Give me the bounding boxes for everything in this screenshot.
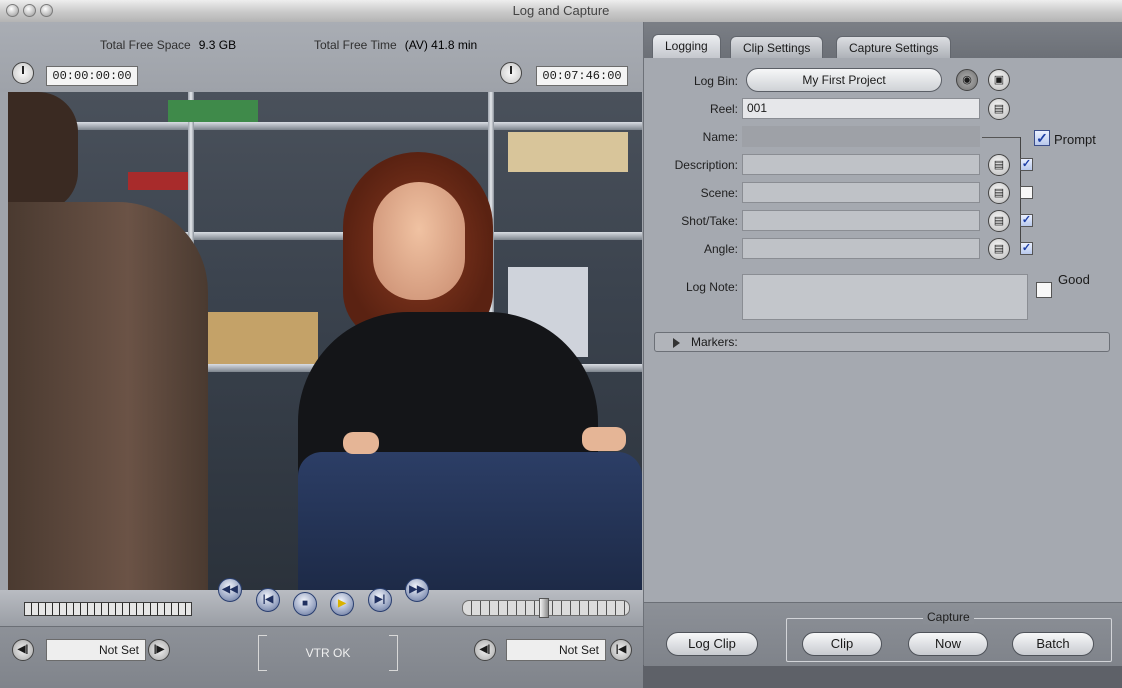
free-time-stat: Total Free Time (AV) 41.8 min (314, 38, 477, 52)
free-space-stat: Total Free Space 9.3 GB (100, 38, 236, 52)
free-space-value: 9.3 GB (198, 38, 237, 52)
tab-bar: Logging Clip Settings Capture Settings (644, 22, 1122, 59)
video-shelf (8, 122, 642, 130)
capture-now-button[interactable]: Now (908, 632, 988, 656)
free-time-label: Total Free Time (314, 38, 397, 52)
play-button[interactable]: ▶ (330, 592, 354, 616)
scene-slate-button[interactable]: ▤ (988, 182, 1010, 204)
markers-label: Markers: (691, 335, 738, 349)
capture-clip-button[interactable]: Clip (802, 632, 882, 656)
reel-label: Reel: (709, 102, 738, 116)
jog-control[interactable] (462, 598, 630, 618)
prompt-checkbox[interactable]: ✓ (1034, 130, 1050, 146)
video-box (198, 312, 318, 364)
tab-logging[interactable]: Logging (652, 34, 721, 59)
reel-slate-button[interactable]: ▤ (988, 98, 1010, 120)
scene-include-checkbox[interactable] (1020, 186, 1033, 199)
title-bar: Log and Capture (0, 0, 1122, 23)
stop-button[interactable]: ■ (293, 592, 317, 616)
shot-take-field[interactable] (742, 210, 980, 231)
viewer-header: Total Free Space 9.3 GB Total Free Time (A… (0, 22, 643, 92)
logging-pane: Logging Clip Settings Capture Settings L… (643, 22, 1122, 666)
video-hand (343, 432, 379, 454)
description-slate-button[interactable]: ▤ (988, 154, 1010, 176)
video-woman-face (373, 182, 465, 300)
tab-clip-settings[interactable]: Clip Settings (730, 36, 824, 58)
new-bin-button[interactable]: ▣ (988, 69, 1010, 91)
description-include-checkbox[interactable]: ✓ (1020, 158, 1033, 171)
logging-panel: Log Bin: My First Project ◉ ▣ Reel: 001 … (644, 58, 1122, 601)
description-label: Description: (674, 158, 738, 172)
mark-out-button[interactable]: ◀| (474, 639, 496, 661)
prompt-connector (982, 137, 1020, 138)
angle-include-checkbox[interactable]: ✓ (1020, 242, 1033, 255)
in-point-field[interactable]: Not Set (46, 639, 146, 661)
rewind-button[interactable]: ◀◀ (218, 578, 242, 602)
next-frame-button[interactable]: ▶| (368, 588, 392, 612)
prompt-label: Prompt (1054, 132, 1096, 147)
video-bag (298, 452, 642, 590)
duration-clock-icon (500, 62, 522, 84)
duration-timecode-field[interactable]: 00:07:46:00 (536, 66, 628, 86)
shot-take-slate-button[interactable]: ▤ (988, 210, 1010, 232)
mark-in-button[interactable]: |▶ (148, 639, 170, 661)
free-time-value: (AV) 41.8 min (404, 38, 478, 52)
go-to-out-point-button[interactable]: |◀ (610, 639, 632, 661)
video-man-hoodie (8, 202, 208, 590)
fast-forward-button[interactable]: ▶▶ (405, 578, 429, 602)
capture-batch-button[interactable]: Batch (1012, 632, 1094, 656)
vtr-status-text: VTR OK (305, 646, 351, 660)
video-box (128, 172, 188, 190)
good-checkbox[interactable] (1036, 282, 1052, 298)
video-preview (8, 92, 642, 590)
name-label: Name: (702, 130, 738, 144)
disclosure-triangle-icon[interactable] (673, 338, 680, 348)
window-title: Log and Capture (512, 3, 610, 18)
scene-label: Scene: (700, 186, 738, 200)
log-note-label: Log Note: (685, 280, 738, 294)
jog-knob[interactable] (539, 598, 549, 618)
log-note-field[interactable] (742, 274, 1028, 320)
vtr-status: VTR OK (258, 635, 398, 671)
angle-slate-button[interactable]: ▤ (988, 238, 1010, 260)
shot-take-label: Shot/Take: (681, 214, 738, 228)
current-timecode-field[interactable]: 00:00:00:00 (46, 66, 138, 86)
video-hand (582, 427, 626, 451)
good-label: Good (1058, 272, 1090, 287)
previous-frame-button[interactable]: |◀ (256, 588, 280, 612)
in-timecode-clock-icon (12, 62, 34, 84)
angle-field[interactable] (742, 238, 980, 259)
angle-label: Angle: (703, 242, 738, 256)
video-box (168, 100, 258, 122)
scene-field[interactable] (742, 182, 980, 203)
description-field[interactable] (742, 154, 980, 175)
viewer-pane: Total Free Space 9.3 GB Total Free Time (A… (0, 22, 643, 688)
name-field (742, 126, 980, 147)
video-man-head (8, 92, 78, 212)
shot-take-include-checkbox[interactable]: ✓ (1020, 214, 1033, 227)
reel-field[interactable]: 001 (742, 98, 980, 119)
log-clip-button[interactable]: Log Clip (666, 632, 758, 656)
free-space-label: Total Free Space (100, 38, 191, 52)
capture-group-label: Capture (923, 610, 974, 624)
markers-disclosure[interactable]: Markers: (654, 332, 1110, 352)
out-point-field[interactable]: Not Set (506, 639, 606, 661)
shuttle-control[interactable] (24, 602, 192, 616)
tab-capture-settings[interactable]: Capture Settings (836, 36, 952, 58)
log-bin-label: Log Bin: (693, 74, 738, 88)
video-box (508, 132, 628, 172)
log-bin-button[interactable]: My First Project (746, 68, 942, 92)
go-to-in-point-button[interactable]: ◀| (12, 639, 34, 661)
up-level-button[interactable]: ◉ (956, 69, 978, 91)
